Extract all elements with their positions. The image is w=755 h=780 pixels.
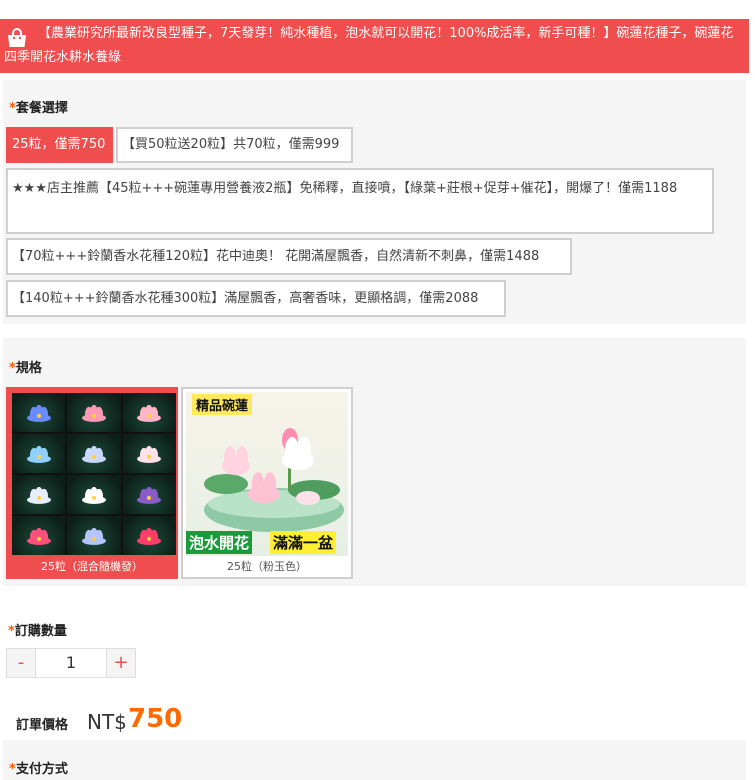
- required-mark: *: [9, 101, 16, 116]
- lotus-flower-icon: [81, 527, 106, 545]
- spec-caption: 25粒（粉玉色）: [227, 560, 307, 573]
- shopping-bag-icon: [8, 28, 26, 47]
- quantity-input[interactable]: 1: [36, 648, 106, 678]
- package-option-1[interactable]: 25粒，僅需750: [6, 127, 113, 163]
- pink-lotus-image: 精品碗蓮 泡水開花 滿滿一盆: [186, 392, 348, 556]
- lotus-flower-icon: [26, 527, 51, 545]
- required-mark: *: [9, 762, 16, 777]
- lotus-photo-cell: [12, 516, 66, 555]
- lotus-photo-cell: [12, 475, 66, 514]
- lotus-image-grid: [12, 393, 176, 555]
- lotus-flower-icon: [81, 486, 106, 504]
- payment-title: *支付方式: [9, 758, 68, 777]
- lotus-photo-cell: [12, 393, 66, 432]
- spec-title: *規格: [9, 357, 42, 376]
- quantity-title-text: 訂購數量: [14, 624, 67, 639]
- price-currency: NT$: [87, 710, 127, 734]
- lotus-flower-icon: [81, 404, 106, 422]
- required-mark: *: [9, 361, 16, 376]
- lotus-flower-icon: [26, 404, 51, 422]
- image-tag-right: 滿滿一盆: [270, 531, 337, 554]
- product-title: 【農業研究所最新改良型種子，7天發芽！純水種植，泡水就可以開花！100%成活率，…: [4, 26, 734, 65]
- increase-button[interactable]: +: [106, 648, 136, 678]
- package-title-text: 套餐選擇: [15, 101, 68, 116]
- lotus-photo-cell: [122, 516, 176, 555]
- product-title-banner: 【農業研究所最新改良型種子，7天發芽！純水種植，泡水就可以開花！100%成活率，…: [0, 19, 749, 73]
- lotus-flower-icon: [137, 445, 162, 463]
- spec-option-pink[interactable]: 精品碗蓮 泡水開花 滿滿一盆 25粒（粉玉色）: [181, 387, 353, 579]
- lotus-flower-icon: [81, 445, 106, 463]
- package-option-2[interactable]: 【買50粒送20粒】共70粒，僅需999: [116, 127, 353, 163]
- spec-section: *規格 25粒（混合隨機發） 精品碗蓮 泡水開花 滿滿一盆 25粒（粉玉色）: [3, 338, 746, 586]
- lotus-flower-icon: [137, 527, 162, 545]
- required-mark: *: [8, 624, 15, 639]
- package-option-3[interactable]: ★★★店主推薦【45粒+++碗蓮專用營養液2瓶】免稀釋，直接噴，【綠葉+莊根+促…: [6, 168, 714, 234]
- image-tag-left: 泡水開花: [186, 531, 253, 554]
- lotus-flower-icon: [26, 486, 51, 504]
- spec-option-mixed[interactable]: 25粒（混合隨機發）: [6, 387, 178, 579]
- lotus-flower-icon: [137, 404, 162, 422]
- payment-section: *支付方式: [3, 740, 746, 780]
- lotus-photo-cell: [122, 393, 176, 432]
- lotus-photo-cell: [67, 516, 121, 555]
- spec-caption: 25粒（混合隨機發）: [41, 560, 143, 573]
- quantity-stepper: - 1 +: [6, 648, 136, 678]
- package-option-5[interactable]: 【140粒+++鈴蘭香水花種300粒】滿屋飄香，高奢香味，更顯格調，僅需2088: [6, 280, 506, 317]
- payment-title-text: 支付方式: [15, 762, 68, 777]
- price-value: 750: [128, 704, 183, 734]
- lotus-photo-cell: [67, 434, 121, 473]
- lotus-photo-cell: [67, 393, 121, 432]
- package-title: *套餐選擇: [9, 97, 68, 116]
- lotus-photo-cell: [67, 475, 121, 514]
- quantity-title: *訂購數量: [8, 620, 67, 639]
- decrease-button[interactable]: -: [6, 648, 36, 678]
- lotus-photo-cell: [12, 434, 66, 473]
- lotus-photo-cell: [122, 475, 176, 514]
- package-option-4[interactable]: 【70粒+++鈴蘭香水花種120粒】花中迪奧！ 花開滿屋飄香，自然清新不刺鼻，僅…: [6, 238, 572, 275]
- lotus-flower-icon: [137, 486, 162, 504]
- lotus-flower-icon: [26, 445, 51, 463]
- spec-title-text: 規格: [15, 361, 42, 376]
- order-price-label: 訂單價格: [16, 718, 69, 733]
- package-section: *套餐選擇 25粒，僅需750 【買50粒送20粒】共70粒，僅需999 ★★★…: [3, 80, 746, 324]
- lotus-photo-cell: [122, 434, 176, 473]
